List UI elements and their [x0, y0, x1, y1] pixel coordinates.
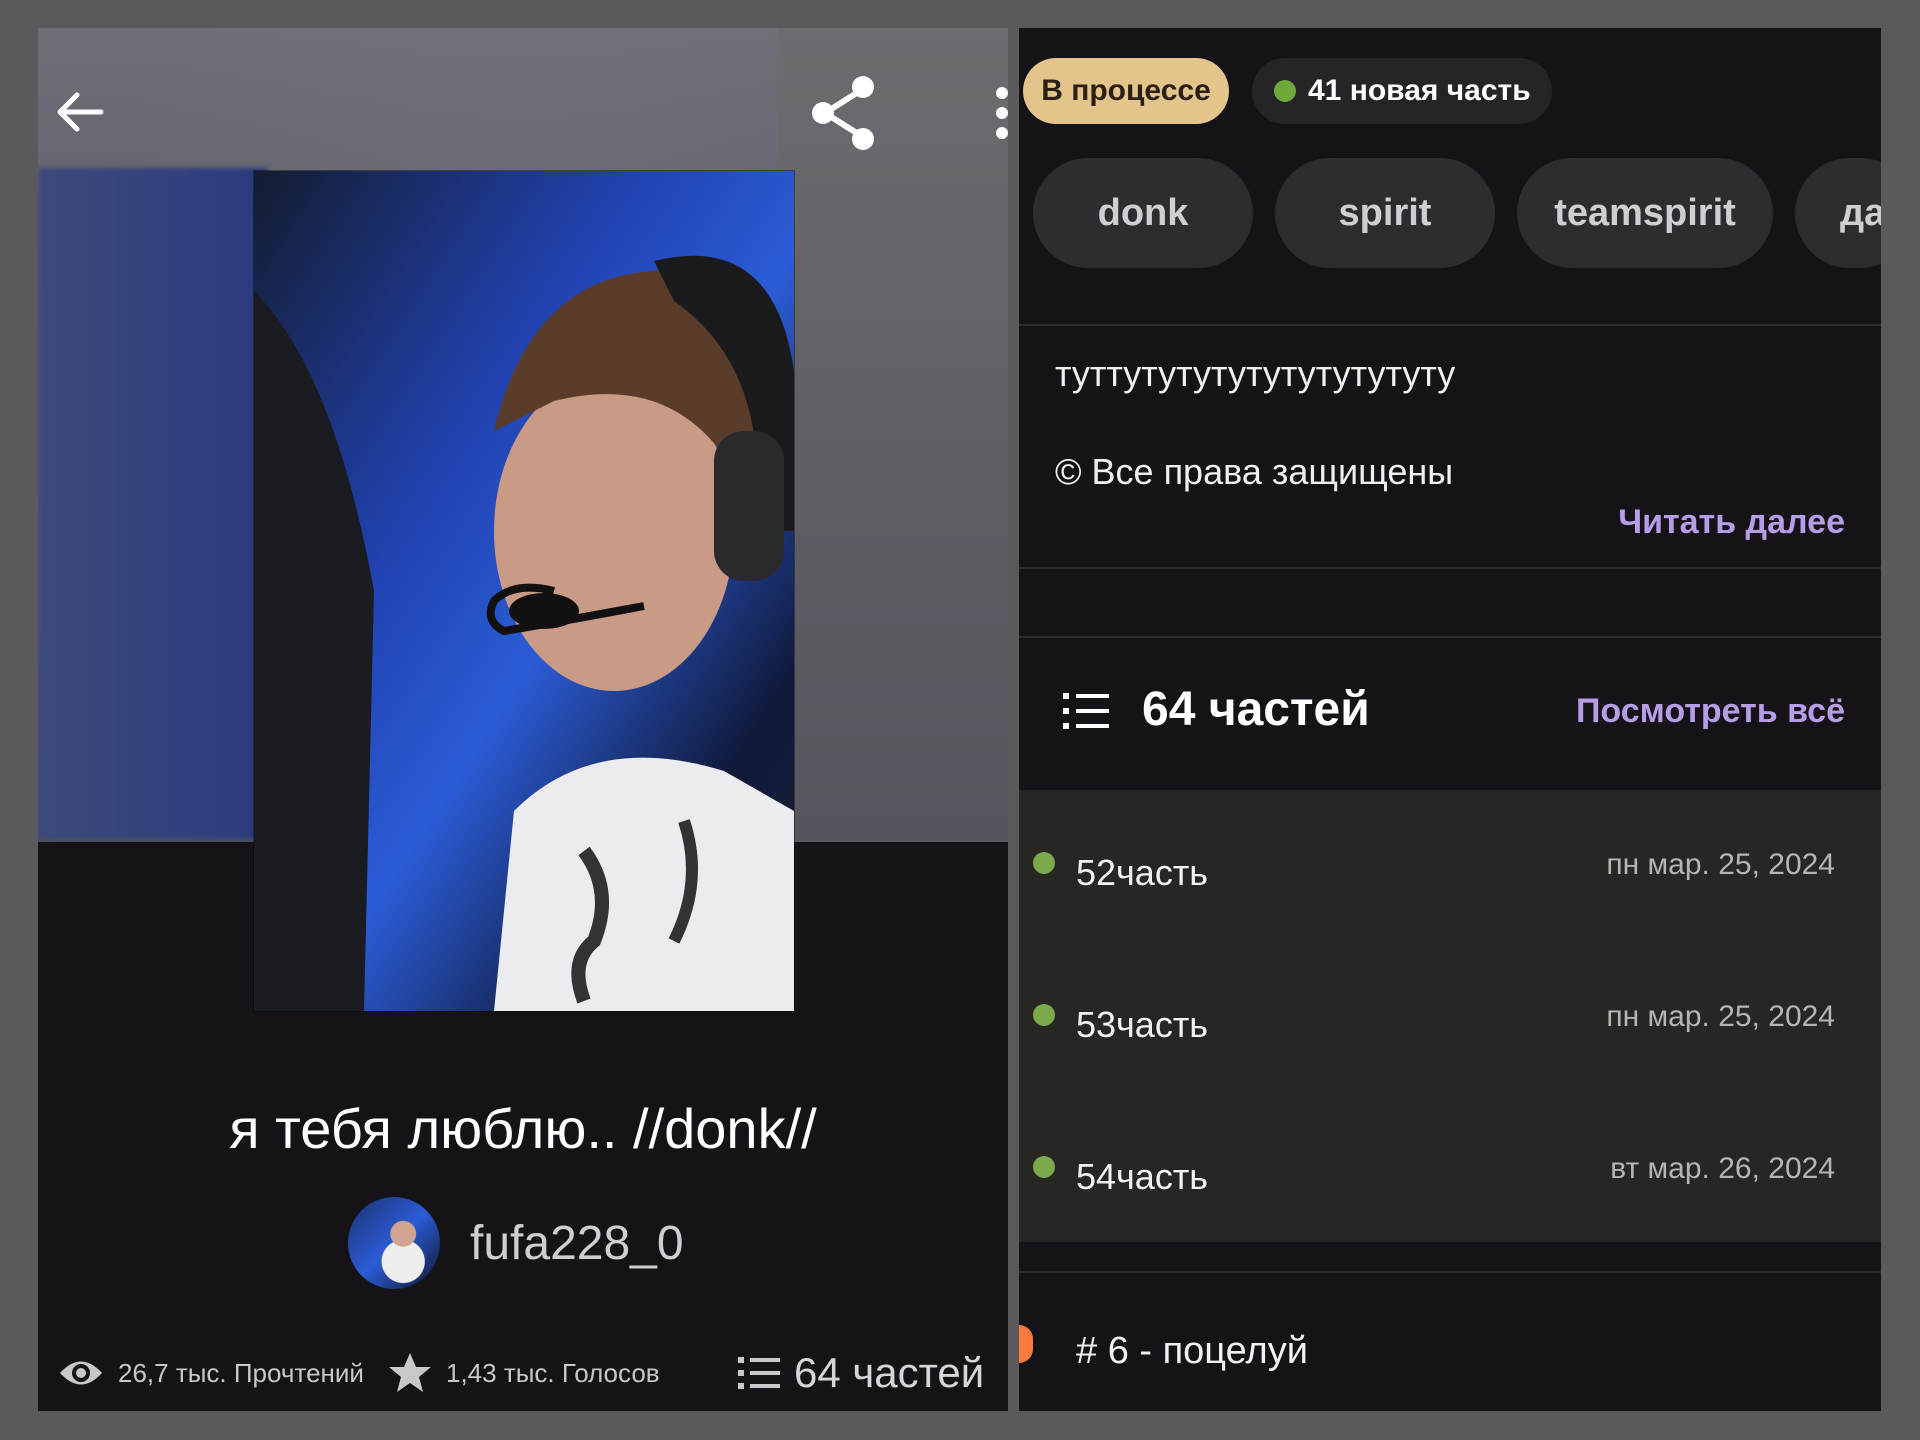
votes-stat: 1,43 тыс. Голосов: [388, 1351, 738, 1395]
cover-image[interactable]: [254, 171, 794, 1011]
list-item[interactable]: 52часть пн мар. 25, 2024: [1019, 790, 1881, 930]
eye-icon: [60, 1361, 102, 1385]
hero-blur-left: [38, 168, 268, 838]
status-badge: В процессе: [1023, 58, 1229, 124]
story-title: я тебя люблю.. //donk//: [229, 1097, 817, 1160]
share-icon: [812, 76, 874, 150]
tag-chip[interactable]: да: [1795, 158, 1881, 268]
part-title: 52часть: [1076, 852, 1209, 893]
story-description: туттутутутутутутутутуту: [1055, 353, 1456, 394]
back-button[interactable]: [38, 80, 122, 144]
divider: [1019, 567, 1881, 569]
copyright-notice: © Все права защищены: [1055, 451, 1454, 492]
author-link[interactable]: fufa228_0: [348, 1193, 684, 1293]
parts-list: 52часть пн мар. 25, 2024 53часть пн мар.…: [1019, 790, 1881, 1242]
marker-icon: [1019, 1325, 1033, 1363]
new-part-label: 41 новая часть: [1308, 74, 1531, 107]
tag-chip[interactable]: spirit: [1275, 158, 1495, 268]
new-indicator-dot: [1033, 1156, 1055, 1178]
next-item-title: # 6 - поцелуй: [1076, 1330, 1308, 1372]
divider: [1019, 324, 1881, 326]
list-icon: [738, 1357, 780, 1389]
parts-header: 64 частей Посмотреть всё: [1019, 638, 1881, 788]
read-more-link[interactable]: Читать далее: [1618, 503, 1845, 542]
part-title: 53часть: [1076, 1004, 1209, 1045]
reads-stat: 26,7 тыс. Прочтений: [58, 1356, 388, 1390]
parts-count-heading: 64 частей: [1142, 683, 1370, 736]
parts-count: 64 частей: [794, 1349, 985, 1396]
list-item[interactable]: 53часть пн мар. 25, 2024: [1019, 942, 1881, 1082]
more-vertical-icon: [996, 87, 1008, 139]
reads-count: 26,7 тыс. Прочтений: [118, 1357, 364, 1388]
see-all-link[interactable]: Посмотреть всё: [1576, 692, 1845, 731]
new-indicator-dot: [1033, 852, 1055, 874]
story-cover-panel: я тебя люблю.. //donk// fufa228_0 26,7 т…: [38, 28, 1008, 1411]
story-stats: 26,7 тыс. Прочтений 1,43 тыс. Голосов 64…: [58, 1343, 1008, 1403]
more-options-button[interactable]: [988, 78, 1008, 148]
author-name: fufa228_0: [470, 1216, 684, 1270]
votes-count: 1,43 тыс. Голосов: [446, 1357, 660, 1388]
list-item[interactable]: 54часть вт мар. 26, 2024: [1019, 1094, 1881, 1234]
cover-illustration: [254, 171, 794, 1011]
part-title: 54часть: [1076, 1156, 1209, 1197]
share-button[interactable]: [798, 68, 888, 158]
part-date: пн мар. 25, 2024: [1606, 1000, 1835, 1033]
tag-list: donk spirit teamspirit да: [1033, 158, 1881, 270]
new-part-badge[interactable]: 41 новая часть: [1252, 58, 1552, 124]
new-indicator-dot: [1033, 1004, 1055, 1026]
avatar: [348, 1197, 440, 1289]
tag-chip[interactable]: teamspirit: [1517, 158, 1773, 268]
star-icon: [389, 1353, 431, 1392]
part-date: вт мар. 26, 2024: [1610, 1152, 1835, 1185]
tag-chip[interactable]: donk: [1033, 158, 1253, 268]
parts-stat: 64 частей: [738, 1349, 984, 1397]
part-date: пн мар. 25, 2024: [1606, 848, 1835, 881]
new-indicator-dot: [1274, 80, 1296, 102]
story-details-panel: В процессе 41 новая часть donk spirit te…: [1019, 28, 1881, 1411]
list-icon: [1063, 693, 1109, 729]
arrow-left-icon: [57, 92, 104, 132]
next-list-item[interactable]: # 6 - поцелуй: [1019, 1273, 1881, 1411]
